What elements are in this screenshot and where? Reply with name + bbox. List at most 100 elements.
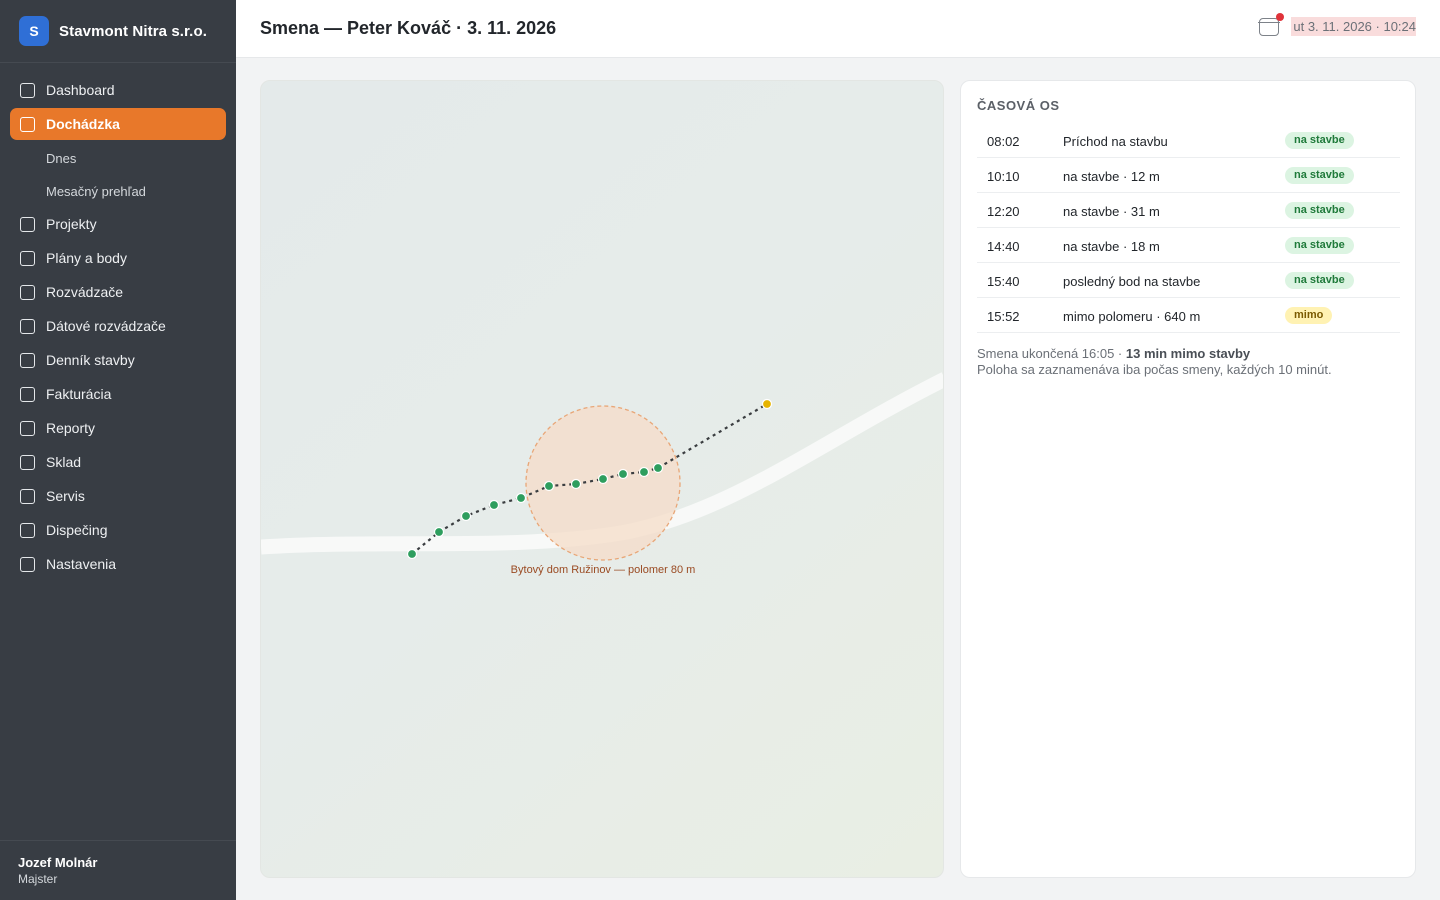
geofence-label: Bytový dom Ružinov — polomer 80 m [511, 564, 696, 576]
timeline-desc: Príchod na stavbu [1063, 134, 1168, 149]
gps-point-inside[interactable] [488, 499, 500, 511]
brand: S Stavmont Nitra s.r.o. [0, 0, 236, 63]
gps-point-inside[interactable] [652, 462, 664, 474]
timeline-time: 14:40 [987, 239, 1020, 254]
checkbox-icon [20, 250, 35, 266]
gps-point-inside[interactable] [570, 478, 582, 490]
status-badge: mimo [1285, 307, 1333, 324]
header-datetime: ut 3. 11. 2026 · 10:24 [1291, 17, 1416, 36]
checkbox-icon [20, 386, 35, 402]
sidebar-item-nastavenia[interactable]: Nastavenia [10, 548, 226, 580]
timeline-row[interactable]: 10:10 na stavbe · 12 m na stavbe [977, 158, 1400, 193]
sidebar-item-reporty[interactable]: Reporty [10, 412, 226, 444]
checkbox-icon [20, 318, 35, 334]
timeline-row[interactable]: 15:52 mimo polomeru · 640 m mimo [977, 298, 1400, 333]
sidebar-item-dashboard[interactable]: Dashboard [10, 74, 226, 106]
sidebar-item-label: Rozvádzače [46, 284, 124, 300]
sidebar-item-rozvadzace[interactable]: Rozvádzače [10, 276, 226, 308]
user-name: Jozef Molnár [18, 855, 98, 870]
gps-point-inside[interactable] [597, 473, 609, 485]
sidebar-item-datove-rozvadzace[interactable]: Dátové rozvádzače [10, 310, 226, 342]
timeline-time: 10:10 [987, 169, 1020, 184]
timeline-panel: ČASOVÁ OS 08:02 Príchod na stavbu na sta… [960, 80, 1416, 878]
sidebar-item-label: Denník stavby [46, 352, 135, 368]
brand-name: Stavmont Nitra s.r.o. [59, 22, 207, 40]
status-badge: na stavbe [1285, 237, 1354, 254]
sidebar-item-label: Sklad [46, 454, 82, 470]
sidebar-item-label: Fakturácia [46, 386, 112, 402]
sidebar-item-label: Dispečing [46, 522, 108, 538]
header: Smena — Peter Kováč · 3. 11. 2026 ut 3. … [236, 0, 1440, 58]
sidebar-item-label: Servis [46, 488, 85, 504]
timeline-desc: na stavbe · 18 m [1063, 239, 1160, 254]
checkbox-icon [20, 488, 35, 504]
timeline-desc: na stavbe · 31 m [1063, 204, 1160, 219]
checkbox-icon [20, 556, 35, 572]
timeline-time: 08:02 [987, 134, 1020, 149]
timeline-row[interactable]: 14:40 na stavbe · 18 m na stavbe [977, 228, 1400, 263]
sidebar-item-servis[interactable]: Servis [10, 480, 226, 512]
timeline-desc: posledný bod na stavbe [1063, 274, 1201, 289]
checkbox-icon [20, 82, 35, 98]
timeline-row[interactable]: 08:02 Príchod na stavbu na stavbe [977, 123, 1400, 158]
sidebar: S Stavmont Nitra s.r.o. Dashboard Dochád… [0, 0, 236, 900]
tracking-note: Poloha sa zaznamenáva iba počas smeny, k… [977, 362, 1332, 377]
user-role: Majster [18, 872, 58, 886]
sidebar-item-dochadzka[interactable]: Dochádzka [10, 108, 226, 140]
checkbox-icon [20, 522, 35, 538]
sidebar-item-dispecing[interactable]: Dispečing [10, 514, 226, 546]
shift-end-text: Smena ukončená 16:05 · [977, 346, 1126, 361]
map[interactable]: Bytový dom Ružinov — polomer 80 m [260, 80, 944, 878]
sidebar-item-label: Reporty [46, 420, 96, 436]
gps-point-inside[interactable] [406, 548, 418, 560]
gps-point-inside[interactable] [433, 526, 445, 538]
timeline-row[interactable]: 12:20 na stavbe · 31 m na stavbe [977, 193, 1400, 228]
checkbox-icon [20, 216, 35, 232]
timeline-desc: mimo polomeru · 640 m [1063, 309, 1201, 324]
brand-logo: S [19, 16, 49, 46]
sidebar-item-plany-a-body[interactable]: Plány a body [10, 242, 226, 274]
timeline-title: ČASOVÁ OS [977, 98, 1060, 113]
sidebar-item-label: Plány a body [46, 250, 127, 266]
map-svg: Bytový dom Ružinov — polomer 80 m [261, 372, 943, 576]
sidebar-item-label: Projekty [46, 216, 97, 232]
gps-point-inside[interactable] [543, 480, 555, 492]
page-title: Smena — Peter Kováč · 3. 11. 2026 [260, 18, 557, 38]
timeline-time: 12:20 [987, 204, 1020, 219]
sidebar-item-label: Nastavenia [46, 556, 117, 572]
user-profile[interactable]: Jozef Molnár Majster [0, 840, 236, 900]
sidebar-item-fakturacia[interactable]: Fakturácia [10, 378, 226, 410]
timeline-row[interactable]: 15:40 posledný bod na stavbe na stavbe [977, 263, 1400, 298]
status-badge: na stavbe [1285, 167, 1354, 184]
checkbox-icon [20, 454, 35, 470]
timeline-time: 15:52 [987, 309, 1020, 324]
gps-point-inside[interactable] [515, 492, 527, 504]
timeline-desc: na stavbe · 12 m [1063, 169, 1160, 184]
sidebar-item-label: Dochádzka [46, 116, 120, 132]
checkbox-icon [20, 116, 35, 132]
status-badge: na stavbe [1285, 132, 1354, 149]
sidebar-item-projekty[interactable]: Projekty [10, 208, 226, 240]
checkbox-icon [20, 420, 35, 436]
gps-point-inside[interactable] [460, 510, 472, 522]
sidebar-nav: Dashboard Dochádzka Dnes Mesačný prehľad… [0, 63, 236, 580]
timeline-footer: Smena ukončená 16:05 · 13 min mimo stavb… [977, 346, 1332, 378]
gps-point-inside[interactable] [617, 468, 629, 480]
sidebar-item-label: Dashboard [46, 82, 115, 98]
status-badge: na stavbe [1285, 202, 1354, 219]
gps-point-inside[interactable] [638, 466, 650, 478]
time-outside: 13 min mimo stavby [1125, 346, 1251, 361]
sidebar-item-sklad[interactable]: Sklad [10, 446, 226, 478]
header-right: ut 3. 11. 2026 · 10:24 [1258, 12, 1416, 36]
notification-dot [1276, 12, 1285, 21]
checkbox-icon [20, 284, 35, 300]
status-badge: na stavbe [1285, 272, 1354, 289]
calendar-icon[interactable] [1258, 12, 1285, 36]
sidebar-subitem-dnes[interactable]: Dnes [10, 142, 226, 175]
gps-point-outside[interactable] [761, 398, 773, 410]
shift-summary: Smena ukončená 16:05 · 13 min mimo stavb… [977, 346, 1332, 362]
sidebar-subitem-mesacny-prehlad[interactable]: Mesačný prehľad [10, 175, 226, 208]
timeline-table: 08:02 Príchod na stavbu na stavbe 10:10 … [977, 123, 1400, 333]
sidebar-item-dennik-stavby[interactable]: Denník stavby [10, 344, 226, 376]
sidebar-item-label: Dátové rozvádzače [46, 318, 166, 334]
